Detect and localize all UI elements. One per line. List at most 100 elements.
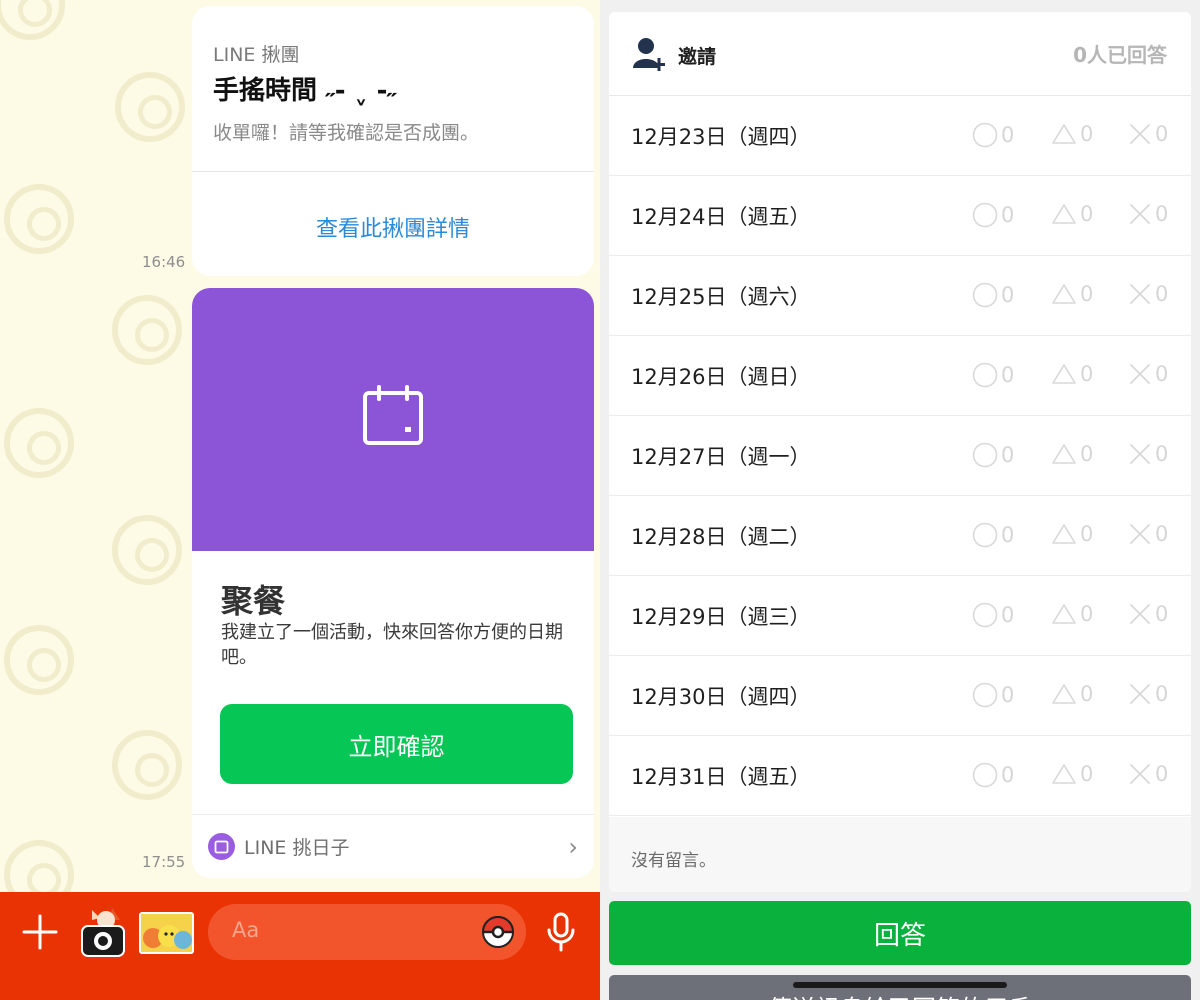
unavailable-count: 0 (1155, 202, 1169, 226)
wallpaper-pokeball-icon (4, 625, 74, 695)
answer-button[interactable]: 回答 (609, 901, 1191, 965)
available-option[interactable]: 0 (972, 682, 1014, 708)
unavailable-count: 0 (1155, 122, 1169, 146)
group-buy-message-card[interactable]: LINE 揪團 手搖時間 ˶- ˬ -˶ 收單囉！請等我確認是否成團。 查看此揪… (192, 6, 594, 276)
maybe-option[interactable]: 0 (1051, 202, 1093, 226)
available-count: 0 (1001, 363, 1015, 387)
triangle-icon (1052, 444, 1076, 464)
maybe-option[interactable]: 0 (1051, 442, 1093, 466)
available-option[interactable]: 0 (972, 522, 1014, 548)
microphone-icon[interactable] (545, 912, 577, 952)
cross-icon (1130, 524, 1150, 544)
available-option[interactable]: 0 (972, 442, 1014, 468)
maybe-option[interactable]: 0 (1051, 122, 1093, 146)
date-row: 12月29日（週三） 0 0 0 (609, 576, 1191, 656)
date-row: 12月26日（週日） 0 0 0 (609, 336, 1191, 416)
circle-icon (972, 762, 998, 788)
event-message-card: 聚餐 我建立了一個活動，快來回答你方便的日期吧。 立即確認 LINE 挑日子 › (192, 288, 594, 878)
view-group-buy-details-link[interactable]: 查看此揪團詳情 (192, 211, 594, 243)
available-option[interactable]: 0 (972, 762, 1014, 788)
circle-icon (972, 602, 998, 628)
date-label: 12月25日（週六） (631, 285, 811, 309)
circle-icon (972, 282, 998, 308)
unavailable-count: 0 (1155, 522, 1169, 546)
calendar-icon (363, 385, 423, 445)
invite-button[interactable]: 邀請 (678, 42, 716, 69)
maybe-count: 0 (1080, 362, 1094, 386)
maybe-count: 0 (1080, 282, 1094, 306)
unavailable-option[interactable]: 0 (1128, 602, 1168, 626)
unavailable-option[interactable]: 0 (1128, 522, 1168, 546)
comments-section: 沒有留言。 (609, 817, 1191, 892)
home-indicator (793, 982, 1007, 988)
unavailable-count: 0 (1155, 682, 1169, 706)
unavailable-option[interactable]: 0 (1128, 762, 1168, 786)
maybe-option[interactable]: 0 (1051, 602, 1093, 626)
app-footer-link[interactable]: LINE 挑日子 › (192, 815, 594, 878)
triangle-icon (1052, 764, 1076, 784)
message-input-placeholder: Aa (232, 918, 260, 942)
pokeball-icon[interactable] (482, 916, 514, 948)
available-count: 0 (1001, 123, 1015, 147)
date-row: 12月23日（週四） 0 0 0 (609, 96, 1191, 176)
available-option[interactable]: 0 (972, 602, 1014, 628)
circle-icon (972, 202, 998, 228)
available-option[interactable]: 0 (972, 202, 1014, 228)
date-row: 12月25日（週六） 0 0 0 (609, 256, 1191, 336)
triangle-icon (1052, 524, 1076, 544)
schedule-panel: 邀請 0人已回答 12月23日（週四） 0 0 0 12月24日（週五） 0 0… (600, 0, 1200, 1000)
circle-icon (972, 362, 998, 388)
wallpaper-pokeball-icon (112, 515, 182, 585)
unavailable-option[interactable]: 0 (1128, 122, 1168, 146)
date-row: 12月24日（週五） 0 0 0 (609, 176, 1191, 256)
triangle-icon (1052, 204, 1076, 224)
unavailable-option[interactable]: 0 (1128, 282, 1168, 306)
unavailable-option[interactable]: 0 (1128, 682, 1168, 706)
maybe-option[interactable]: 0 (1051, 282, 1093, 306)
line-schedule-app-icon (208, 833, 235, 860)
date-row: 12月27日（週一） 0 0 0 (609, 416, 1191, 496)
maybe-option[interactable]: 0 (1051, 522, 1093, 546)
date-row: 12月30日（週四） 0 0 0 (609, 656, 1191, 736)
message-respondents-label: 傳送訊息給已回答的用戶 (609, 989, 1191, 1000)
available-count: 0 (1001, 203, 1015, 227)
chevron-right-icon: › (568, 832, 578, 861)
triangle-icon (1052, 684, 1076, 704)
unavailable-count: 0 (1155, 602, 1169, 626)
unavailable-option[interactable]: 0 (1128, 442, 1168, 466)
date-label: 12月23日（週四） (631, 125, 811, 149)
maybe-option[interactable]: 0 (1051, 762, 1093, 786)
date-row: 12月28日（週二） 0 0 0 (609, 496, 1191, 576)
event-description: 我建立了一個活動，快來回答你方便的日期吧。 (221, 622, 563, 668)
group-buy-title: 手搖時間 ˶- ˬ -˶ (213, 76, 397, 106)
unavailable-option[interactable]: 0 (1128, 202, 1168, 226)
date-label: 12月29日（週三） (631, 605, 811, 629)
maybe-option[interactable]: 0 (1051, 362, 1093, 386)
available-option[interactable]: 0 (972, 122, 1014, 148)
cross-icon (1130, 284, 1150, 304)
maybe-option[interactable]: 0 (1051, 682, 1093, 706)
message-timestamp: 17:55 (142, 853, 186, 871)
available-option[interactable]: 0 (972, 282, 1014, 308)
wallpaper-pokeball-icon (115, 72, 185, 142)
confirm-now-button[interactable]: 立即確認 (220, 704, 573, 784)
chat-input-toolbar: Aa (0, 892, 600, 1000)
cross-icon (1130, 124, 1150, 144)
sticker-icon[interactable] (139, 912, 194, 954)
group-buy-subtitle: 收單囉！請等我確認是否成團。 (213, 122, 480, 144)
maybe-count: 0 (1080, 522, 1094, 546)
maybe-count: 0 (1080, 682, 1094, 706)
invite-user-icon[interactable] (631, 36, 667, 72)
circle-icon (972, 442, 998, 468)
unavailable-option[interactable]: 0 (1128, 362, 1168, 386)
message-input[interactable]: Aa (208, 904, 526, 960)
cross-icon (1130, 604, 1150, 624)
plus-icon[interactable] (20, 912, 60, 952)
camera-icon[interactable] (78, 906, 128, 958)
wallpaper-pokeball-icon (112, 730, 182, 800)
circle-icon (972, 522, 998, 548)
available-option[interactable]: 0 (972, 362, 1014, 388)
event-title: 聚餐 (221, 582, 286, 620)
date-label: 12月26日（週日） (631, 365, 811, 389)
no-comments-text: 沒有留言。 (631, 851, 716, 871)
